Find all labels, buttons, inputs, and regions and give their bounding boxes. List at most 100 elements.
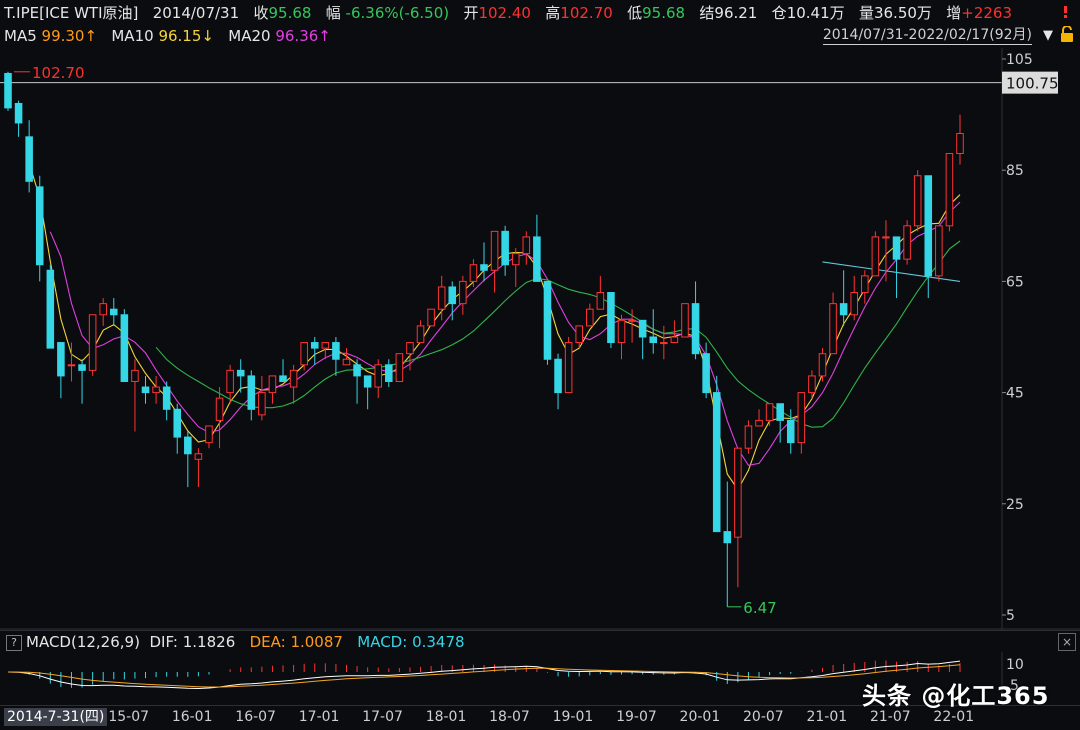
- dif-label: DIF:: [149, 633, 178, 651]
- volume-label: 量: [858, 4, 874, 22]
- low-marker: 6.47: [743, 599, 776, 617]
- candle-body: [88, 314, 97, 371]
- macd-value: 0.3478: [412, 633, 465, 651]
- time-tick: 21-01: [806, 709, 848, 725]
- candle-body: [342, 358, 351, 366]
- time-tick: 19-01: [552, 709, 594, 725]
- candle-body: [913, 175, 922, 227]
- candle-body: [533, 236, 541, 282]
- candle-body: [321, 342, 330, 349]
- candle-body: [617, 319, 626, 344]
- candle-body: [67, 364, 76, 367]
- candle-body: [131, 369, 139, 382]
- candle-body: [892, 236, 901, 260]
- price-tick: 5: [1006, 608, 1015, 624]
- candle-body: [670, 336, 679, 344]
- candle-body: [755, 419, 763, 427]
- candle-body: [258, 392, 266, 416]
- watermark: 头条 @化工365: [862, 682, 1050, 710]
- macd-label: MACD(12,26,9): [26, 633, 140, 651]
- candle-body: [660, 342, 668, 345]
- candle-body: [765, 403, 774, 421]
- candle-body: [395, 353, 404, 382]
- candle-body: [818, 353, 827, 377]
- candle-body: [173, 408, 182, 438]
- candle-body: [776, 403, 784, 421]
- time-tick: 17-01: [298, 709, 340, 725]
- candle-body: [300, 342, 308, 366]
- open-interest-label: 仓: [771, 4, 787, 22]
- symbol-name[interactable]: T.IPE[ICE WTI原油]: [4, 4, 138, 22]
- macd-value-label: MACD:: [357, 633, 408, 651]
- candle-body: [141, 386, 150, 394]
- settle-value: 96.21: [714, 4, 758, 22]
- candle-body: [109, 308, 118, 316]
- ma5-value: 99.30↑: [41, 27, 98, 45]
- high-value: 102.70: [560, 4, 613, 22]
- candle-body: [638, 319, 647, 338]
- candle-body: [14, 102, 23, 124]
- candle-body: [903, 225, 911, 260]
- candle-body: [437, 286, 446, 310]
- candle-body: [850, 292, 859, 316]
- increase-value: +2263: [961, 4, 1012, 22]
- candle-body: [871, 236, 880, 277]
- candle-body: [427, 308, 435, 327]
- candle-body: [78, 364, 86, 371]
- candle-body: [935, 225, 943, 277]
- date-range-selector[interactable]: 2014/07/31-2022/02/17(92月): [822, 26, 1032, 45]
- candle-body: [4, 72, 12, 109]
- candle-body: [808, 375, 816, 394]
- candle-body: [184, 436, 192, 455]
- candle-body: [511, 253, 520, 266]
- help-icon[interactable]: ?: [6, 634, 22, 651]
- kline-chart[interactable]: 105 85 65 45 25 5 100.75 102.70 6.47: [0, 48, 1080, 630]
- candle-body: [25, 136, 33, 182]
- dif-value: 1.1826: [182, 633, 236, 651]
- candle-body: [924, 175, 933, 277]
- candle-body: [99, 303, 107, 316]
- time-tick: 18-01: [425, 709, 467, 725]
- lock-icon[interactable]: [1060, 26, 1074, 42]
- candle-body: [162, 386, 171, 410]
- candle-body: [215, 397, 224, 421]
- candle-body: [734, 447, 742, 538]
- candle-body: [406, 342, 414, 355]
- change-value: -6.36%(-6.50): [345, 4, 450, 22]
- candle-body: [596, 292, 605, 310]
- chevron-down-icon[interactable]: ▼: [1043, 28, 1053, 43]
- candle-body: [744, 425, 753, 449]
- ma20-value: 96.36↑: [275, 27, 331, 45]
- candle-body: [205, 425, 213, 444]
- price-tick: 65: [1006, 274, 1024, 290]
- cursor-date-label: 2014-7-31(四): [4, 708, 108, 726]
- volume-value: 36.50万: [873, 4, 932, 22]
- candle-body: [945, 153, 954, 227]
- candle-body: [353, 364, 361, 377]
- candle-body: [956, 133, 964, 155]
- current-price-value: 100.75: [1006, 75, 1059, 93]
- candle-body: [268, 375, 277, 394]
- more-indicator[interactable]: [1060, 6, 1072, 18]
- ma-legend: MA5 99.30↑ MA10 96.15↓ MA20 96.36↑: [4, 25, 331, 47]
- candle-body: [194, 453, 203, 460]
- high-marker: 102.70: [32, 64, 85, 82]
- quote-date: 2014/07/31: [152, 4, 240, 22]
- price-tick: 45: [1006, 386, 1024, 402]
- increase-label: 增: [946, 4, 962, 22]
- dea-label: DEA:: [249, 633, 286, 651]
- candle-body: [575, 325, 583, 344]
- price-tick: 25: [1006, 497, 1024, 513]
- macd-header: ? MACD(12,26,9) DIF: 1.1826 DEA: 1.0087 M…: [0, 630, 1080, 653]
- time-tick: 20-01: [679, 709, 721, 725]
- candle-body: [310, 342, 319, 349]
- time-tick: 16-07: [235, 709, 276, 725]
- candle-body: [46, 269, 55, 349]
- candle-body: [585, 308, 594, 327]
- candle-body: [35, 186, 44, 266]
- change-label: 幅: [325, 4, 341, 22]
- candle-body: [416, 325, 425, 344]
- candle-body: [501, 230, 509, 266]
- close-icon[interactable]: ×: [1058, 633, 1076, 651]
- candle-body: [786, 419, 795, 444]
